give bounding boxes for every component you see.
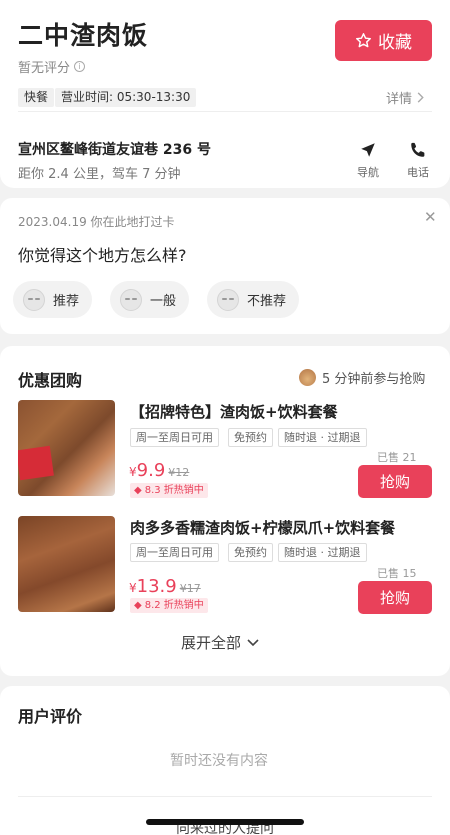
chevron-right-icon <box>417 92 424 103</box>
shop-title: 二中渣肉饭 <box>18 21 149 50</box>
discount-badge: ◆ 8.2 折热销中 <box>130 598 208 613</box>
close-icon[interactable]: ✕ <box>424 208 437 226</box>
sold-count: 已售 21 <box>377 451 417 464</box>
deal-chip: 免预约 <box>228 543 273 562</box>
star-icon <box>355 33 372 48</box>
recommend-button[interactable]: 推荐 <box>13 281 93 318</box>
checkin-text: 2023.04.19 你在此地打过卡 <box>18 215 175 229</box>
deals-title: 优惠团购 <box>18 371 83 390</box>
buy-button[interactable]: 抢购 <box>358 581 432 614</box>
favorite-button[interactable]: 收藏 <box>335 20 432 61</box>
home-indicator[interactable] <box>146 819 304 825</box>
recent-grab-text: 5 分钟前参与抢购 <box>322 372 426 387</box>
rating-row: 暂无评分 i <box>18 57 86 76</box>
details-label: 详情 <box>386 92 413 107</box>
tag-icon: ◆ <box>134 485 142 496</box>
recommend-label: 推荐 <box>53 294 80 309</box>
deals-card <box>0 346 450 676</box>
navigate-button[interactable]: 导航 <box>350 139 386 180</box>
navigate-label: 导航 <box>357 166 379 179</box>
neutral-button[interactable]: 一般 <box>110 281 190 318</box>
deal-chip: 免预约 <box>228 428 273 447</box>
avatar <box>299 369 316 386</box>
not-recommend-button[interactable]: 不推荐 <box>207 281 300 318</box>
recent-grab: 5 分钟前参与抢购 <box>299 368 425 387</box>
divider <box>18 111 432 112</box>
chevron-down-icon <box>247 638 259 646</box>
phone-button[interactable]: 电话 <box>400 139 436 180</box>
expand-all-label: 展开全部 <box>181 634 242 652</box>
neutral-label: 一般 <box>150 294 177 309</box>
info-icon[interactable]: i <box>74 61 86 72</box>
sad-face-icon <box>217 288 239 311</box>
discount-badge: ◆ 8.3 折热销中 <box>130 483 208 498</box>
hours-tag: 营业时间: 05:30-13:30 <box>55 88 197 107</box>
deal-chip: 周一至周日可用 <box>130 428 219 447</box>
reviews-title: 用户评价 <box>18 707 83 726</box>
category-tag: 快餐 <box>18 88 55 107</box>
details-link[interactable]: 详情 <box>386 88 424 107</box>
deal-title[interactable]: 肉多多香糯渣肉饭+柠檬凤爪+饮料套餐 <box>130 517 395 538</box>
distance-text: 距你 2.4 公里，驾车 7 分钟 <box>18 167 181 182</box>
deal-chip: 周一至周日可用 <box>130 543 219 562</box>
original-price: ¥17 <box>179 582 201 595</box>
deal-price: ¥13.9 ¥17 <box>129 576 201 597</box>
sold-count: 已售 15 <box>377 567 417 580</box>
favorite-label: 收藏 <box>378 33 412 53</box>
deal-chip: 随时退 · 过期退 <box>278 543 367 562</box>
rating-text: 暂无评分 <box>18 61 71 76</box>
divider <box>18 796 432 797</box>
neutral-face-icon <box>120 288 142 311</box>
deal-image[interactable] <box>18 516 115 612</box>
navigation-arrow-icon <box>361 143 375 157</box>
original-price: ¥12 <box>168 466 190 479</box>
deal-chip: 随时退 · 过期退 <box>278 428 367 447</box>
deal-title[interactable]: 【招牌特色】渣肉饭+饮料套餐 <box>130 401 338 422</box>
rating-question: 你觉得这个地方怎么样? <box>18 246 187 265</box>
buy-button[interactable]: 抢购 <box>358 465 432 498</box>
expand-all-button[interactable]: 展开全部 <box>181 632 259 653</box>
phone-icon <box>411 142 425 157</box>
deal-price: ¥9.9 ¥12 <box>129 460 190 481</box>
happy-face-icon <box>23 288 45 311</box>
not-recommend-label: 不推荐 <box>247 294 287 309</box>
empty-reviews-text: 暂时还没有内容 <box>170 753 268 769</box>
address-text: 宣州区鳌峰街道友谊巷 236 号 <box>18 142 211 158</box>
tag-icon: ◆ <box>134 600 142 611</box>
phone-label: 电话 <box>407 166 429 179</box>
deal-image[interactable] <box>18 400 115 496</box>
